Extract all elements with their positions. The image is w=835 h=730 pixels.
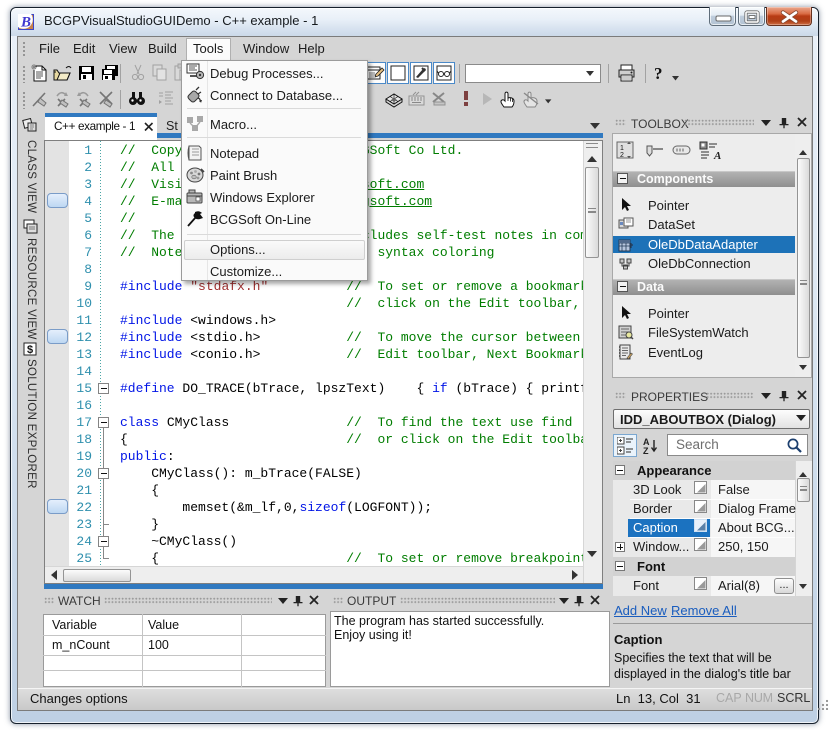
svg-text:1: 1: [620, 145, 624, 152]
svg-text:B: B: [20, 15, 31, 31]
svg-text:?: ?: [654, 64, 663, 83]
svg-text:A: A: [713, 150, 721, 161]
svg-text:$: $: [27, 344, 33, 356]
svg-text:2: 2: [620, 152, 624, 159]
svg-text:Z: Z: [643, 446, 649, 455]
